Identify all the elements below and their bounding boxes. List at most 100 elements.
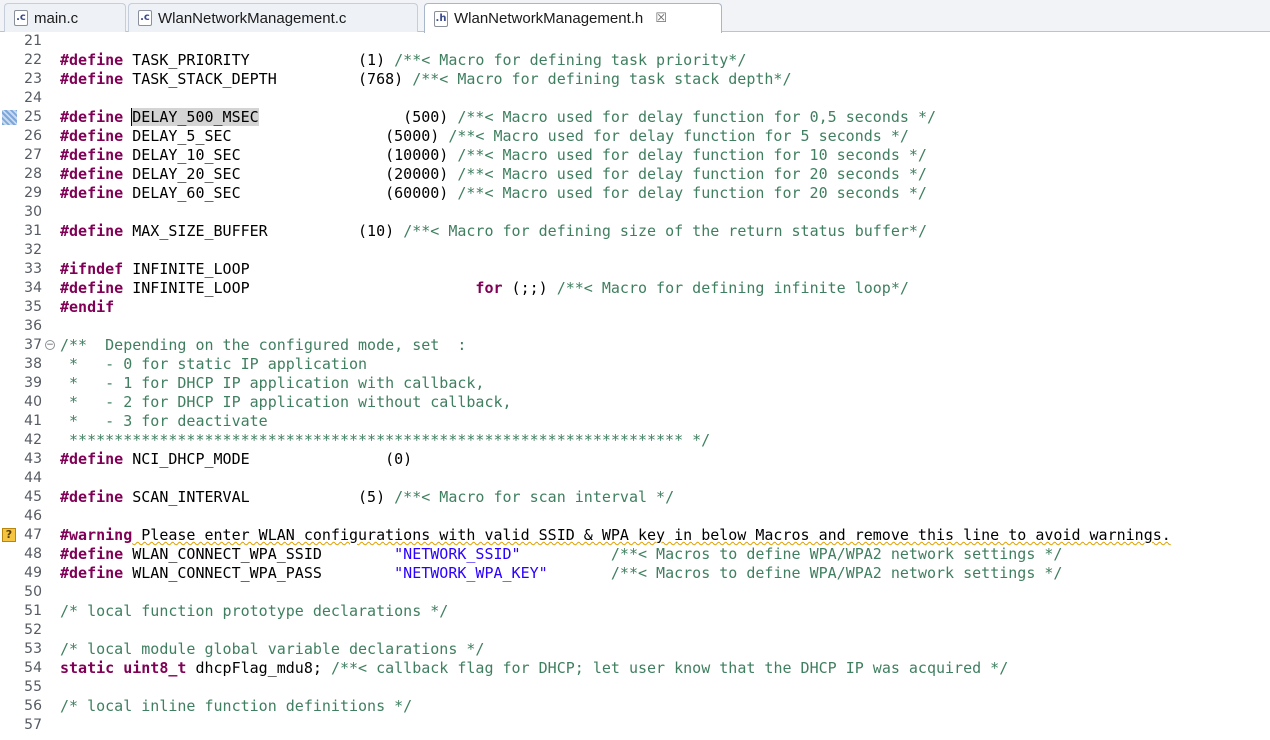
comment-token: ****************************************… bbox=[60, 431, 711, 449]
code-line[interactable]: 40 * - 2 for DHCP IP application without… bbox=[0, 393, 1270, 412]
line-gutter[interactable]: 35 bbox=[0, 298, 56, 317]
code-line[interactable]: 29 #define DELAY_60_SEC (60000) /**< Macr… bbox=[0, 184, 1270, 203]
code-text: TASK_PRIORITY (1) bbox=[123, 51, 395, 69]
code-line[interactable]: 22 #define TASK_PRIORITY (1) /**< Macro f… bbox=[0, 51, 1270, 70]
tab-wlan-network-management-h[interactable]: .h WlanNetworkManagement.h ☒ bbox=[424, 3, 722, 33]
code-line[interactable]: 38 * - 0 for static IP application bbox=[0, 355, 1270, 374]
line-gutter[interactable]: 42 bbox=[0, 431, 56, 450]
keyword-token: #define bbox=[60, 127, 124, 145]
line-number: 41 bbox=[24, 413, 42, 429]
line-number: 22 bbox=[24, 52, 42, 68]
line-gutter[interactable]: 55 bbox=[0, 678, 56, 697]
line-code: #define DELAY_500_MSEC (500) /**< Macro … bbox=[60, 108, 936, 127]
code-line[interactable]: 21 bbox=[0, 32, 1270, 51]
code-line[interactable]: 51 /* local function prototype declaratio… bbox=[0, 602, 1270, 621]
code-editor[interactable]: 21 22 #define TASK_PRIORITY (1) /**< Macro… bbox=[0, 32, 1270, 740]
code-line[interactable]: 48 #define WLAN_CONNECT_WPA_SSID "NETWORK… bbox=[0, 545, 1270, 564]
close-tab-icon[interactable]: ☒ bbox=[655, 11, 667, 26]
code-line[interactable]: 28 #define DELAY_20_SEC (20000) /**< Macr… bbox=[0, 165, 1270, 184]
code-line[interactable]: 46 bbox=[0, 507, 1270, 526]
line-code: #warning Please enter WLAN configuration… bbox=[60, 526, 1171, 545]
line-gutter[interactable]: 41 bbox=[0, 412, 56, 431]
line-gutter[interactable]: 50 bbox=[0, 583, 56, 602]
line-gutter[interactable]: 56 bbox=[0, 697, 56, 716]
code-line[interactable]: 41 * - 3 for deactivate bbox=[0, 412, 1270, 431]
code-line[interactable]: −37/** Depending on the configured mode,… bbox=[0, 336, 1270, 355]
line-gutter[interactable]: 26 bbox=[0, 127, 56, 146]
line-gutter[interactable]: 28 bbox=[0, 165, 56, 184]
code-line[interactable]: 36 bbox=[0, 317, 1270, 336]
code-line[interactable]: 57 bbox=[0, 716, 1270, 735]
tab-wlan-network-management-c[interactable]: .c WlanNetworkManagement.c bbox=[128, 3, 418, 32]
line-gutter[interactable]: 24 bbox=[0, 89, 56, 108]
line-gutter[interactable]: 43 bbox=[0, 450, 56, 469]
code-line[interactable]: 33 #ifndef INFINITE_LOOP bbox=[0, 260, 1270, 279]
line-gutter[interactable]: 57 bbox=[0, 716, 56, 735]
code-line[interactable]: 50 bbox=[0, 583, 1270, 602]
code-line[interactable]: 49 #define WLAN_CONNECT_WPA_PASS "NETWORK… bbox=[0, 564, 1270, 583]
code-line[interactable]: 35 #endif bbox=[0, 298, 1270, 317]
h-file-icon: .h bbox=[434, 10, 448, 27]
code-line[interactable]: 55 bbox=[0, 678, 1270, 697]
code-line[interactable]: 30 bbox=[0, 203, 1270, 222]
line-gutter[interactable]: 51 bbox=[0, 602, 56, 621]
code-line[interactable]: 53 /* local module global variable declar… bbox=[0, 640, 1270, 659]
line-gutter[interactable]: 48 bbox=[0, 545, 56, 564]
line-gutter[interactable]: 54 bbox=[0, 659, 56, 678]
tab-main-c[interactable]: .c main.c bbox=[4, 3, 126, 32]
line-gutter[interactable]: 49 bbox=[0, 564, 56, 583]
code-line[interactable]: 25 #define DELAY_500_MSEC (500) /**< Macr… bbox=[0, 108, 1270, 127]
line-gutter[interactable]: 53 bbox=[0, 640, 56, 659]
line-gutter[interactable]: 52 bbox=[0, 621, 56, 640]
code-line[interactable]: 23 #define TASK_STACK_DEPTH (768) /**< Ma… bbox=[0, 70, 1270, 89]
code-line[interactable]: 54 static uint8_t dhcpFlag_mdu8; /**< cal… bbox=[0, 659, 1270, 678]
line-gutter[interactable]: 27 bbox=[0, 146, 56, 165]
line-gutter[interactable]: 29 bbox=[0, 184, 56, 203]
code-line[interactable]: 43 #define NCI_DHCP_MODE (0) bbox=[0, 450, 1270, 469]
line-gutter[interactable]: 21 bbox=[0, 32, 56, 51]
line-gutter[interactable]: 40 bbox=[0, 393, 56, 412]
line-gutter[interactable]: 38 bbox=[0, 355, 56, 374]
keyword-token: #define bbox=[60, 165, 124, 183]
line-number: 46 bbox=[24, 508, 42, 524]
code-line[interactable]: 24 bbox=[0, 89, 1270, 108]
code-line[interactable]: ? 47 #warning Please enter WLAN configurat… bbox=[0, 526, 1270, 545]
code-line[interactable]: 45 #define SCAN_INTERVAL (5) /**< Macro f… bbox=[0, 488, 1270, 507]
line-gutter[interactable]: 31 bbox=[0, 222, 56, 241]
line-number: 40 bbox=[24, 394, 42, 410]
code-line[interactable]: 34 #define INFINITE_LOOP for (;;) /**< Ma… bbox=[0, 279, 1270, 298]
code-line[interactable]: 32 bbox=[0, 241, 1270, 260]
code-line[interactable]: 42 *************************************… bbox=[0, 431, 1270, 450]
line-gutter[interactable]: 46 bbox=[0, 507, 56, 526]
code-line[interactable]: 31 #define MAX_SIZE_BUFFER (10) /**< Macr… bbox=[0, 222, 1270, 241]
line-gutter[interactable]: 23 bbox=[0, 70, 56, 89]
line-gutter[interactable]: 30 bbox=[0, 203, 56, 222]
line-gutter[interactable]: 44 bbox=[0, 469, 56, 488]
line-gutter[interactable]: 22 bbox=[0, 51, 56, 70]
comment-token: /**< Macro used for delay function for 5… bbox=[448, 127, 909, 145]
line-gutter[interactable]: 36 bbox=[0, 317, 56, 336]
line-gutter[interactable]: 33 bbox=[0, 260, 56, 279]
line-gutter[interactable]: 34 bbox=[0, 279, 56, 298]
comment-token: /**< Macros to define WPA/WPA2 network s… bbox=[610, 545, 1063, 563]
code-line[interactable]: 56 /* local inline function definitions *… bbox=[0, 697, 1270, 716]
code-line[interactable]: 44 bbox=[0, 469, 1270, 488]
line-code: #define DELAY_5_SEC (5000) /**< Macro us… bbox=[60, 127, 909, 146]
line-gutter[interactable]: 25 bbox=[0, 108, 56, 127]
code-line[interactable]: 26 #define DELAY_5_SEC (5000) /**< Macro … bbox=[0, 127, 1270, 146]
line-gutter[interactable]: 39 bbox=[0, 374, 56, 393]
keyword-token: static bbox=[60, 659, 115, 677]
line-code: #define DELAY_20_SEC (20000) /**< Macro … bbox=[60, 165, 927, 184]
line-gutter[interactable]: −37 bbox=[0, 336, 56, 355]
code-line[interactable]: 52 bbox=[0, 621, 1270, 640]
code-line[interactable]: 39 * - 1 for DHCP IP application with ca… bbox=[0, 374, 1270, 393]
warning-icon[interactable]: ? bbox=[2, 528, 16, 542]
code-line[interactable]: 27 #define DELAY_10_SEC (10000) /**< Macr… bbox=[0, 146, 1270, 165]
keyword-token: #define bbox=[60, 564, 124, 582]
fold-toggle-icon[interactable]: − bbox=[45, 340, 55, 350]
line-gutter[interactable]: 32 bbox=[0, 241, 56, 260]
comment-token: * - 2 for DHCP IP application without ca… bbox=[60, 393, 512, 411]
line-code: #define DELAY_10_SEC (10000) /**< Macro … bbox=[60, 146, 927, 165]
line-gutter[interactable]: 45 bbox=[0, 488, 56, 507]
line-gutter[interactable]: ? 47 bbox=[0, 526, 56, 545]
